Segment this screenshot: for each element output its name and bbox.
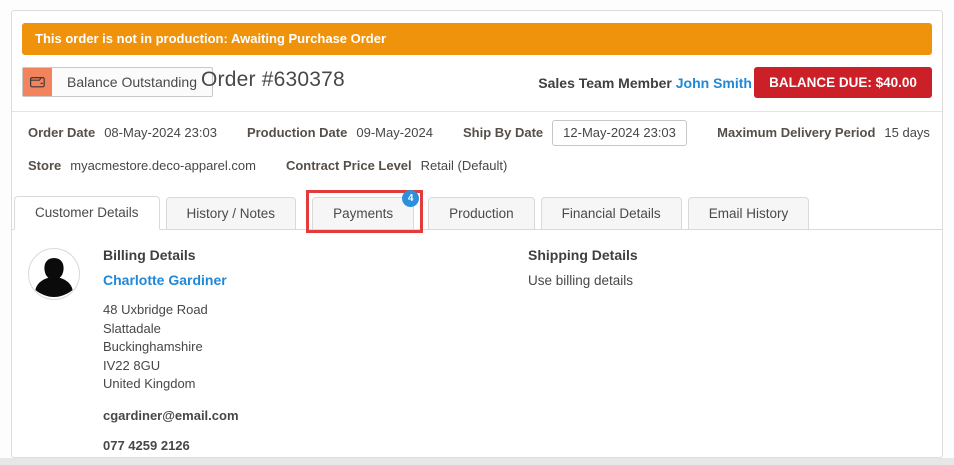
contract-price-field: Contract Price Level Retail (Default) bbox=[286, 158, 507, 173]
tab-payments-label: Payments bbox=[333, 206, 394, 221]
customer-details-panel: Billing Details Charlotte Gardiner 48 Ux… bbox=[12, 230, 942, 457]
tab-production[interactable]: Production bbox=[428, 197, 535, 230]
customer-email: cgardiner@email.com bbox=[103, 407, 239, 423]
banner-text: This order is not in production: Awaitin… bbox=[35, 31, 387, 46]
tab-financial-details[interactable]: Financial Details bbox=[540, 197, 682, 230]
shipping-heading: Shipping Details bbox=[528, 247, 638, 263]
address-line: IV22 8GU bbox=[103, 357, 161, 373]
contract-price-label: Contract Price Level bbox=[285, 158, 412, 173]
contract-price-value: Retail (Default) bbox=[420, 158, 508, 173]
page-title: Order #630378 bbox=[201, 68, 345, 91]
address-line: United Kingdom bbox=[103, 376, 196, 391]
payments-count-badge: 4 bbox=[402, 190, 420, 207]
customer-phone: 077 4259 2126 bbox=[103, 437, 190, 453]
max-delivery-label: Maximum Delivery Period bbox=[717, 125, 876, 140]
balance-outstanding-button[interactable]: Balance Outstanding bbox=[22, 67, 213, 97]
billing-heading: Billing Details bbox=[103, 247, 196, 263]
shipping-text: Use billing details bbox=[528, 273, 634, 288]
sales-team-line: Sales Team Member John Smith bbox=[538, 75, 752, 91]
header-divider bbox=[12, 111, 942, 112]
tab-history-notes[interactable]: History / Notes bbox=[165, 197, 297, 230]
order-details: Order Date 08-May-2024 23:03 Production … bbox=[28, 116, 932, 182]
order-date-value: 08-May-2024 23:03 bbox=[104, 125, 217, 140]
store-field: Store myacmestore.deco-apparel.com bbox=[28, 158, 256, 173]
details-row-1: Order Date 08-May-2024 23:03 Production … bbox=[28, 116, 932, 149]
billing-address: 48 Uxbridge Road Slattadale Buckinghamsh… bbox=[103, 301, 239, 394]
tab-bar: Customer Details History / Notes Payment… bbox=[12, 190, 942, 233]
production-status-banner: This order is not in production: Awaitin… bbox=[22, 23, 932, 55]
store-label: Store bbox=[28, 158, 62, 173]
balance-outstanding-label: Balance Outstanding bbox=[67, 74, 197, 90]
order-date-label: Order Date bbox=[28, 125, 96, 140]
tab-email-history[interactable]: Email History bbox=[687, 197, 810, 230]
production-date-field: Production Date 09-May-2024 bbox=[247, 125, 433, 140]
address-line: 48 Uxbridge Road bbox=[103, 302, 208, 317]
balance-due-badge: BALANCE DUE: $40.00 bbox=[754, 67, 932, 98]
tab-customer-details[interactable]: Customer Details bbox=[14, 196, 160, 230]
address-line: Buckinghamshire bbox=[103, 339, 203, 354]
billing-details-section: Billing Details Charlotte Gardiner 48 Ux… bbox=[103, 247, 239, 453]
details-row-2: Store myacmestore.deco-apparel.com Contr… bbox=[28, 149, 932, 182]
max-delivery-field: Maximum Delivery Period 15 days bbox=[717, 125, 930, 140]
sales-team-label: Sales Team Member bbox=[538, 75, 672, 91]
max-delivery-value: 15 days bbox=[884, 125, 930, 140]
production-date-value: 09-May-2024 bbox=[356, 125, 433, 140]
balance-due-text: BALANCE DUE: $40.00 bbox=[769, 75, 917, 90]
avatar bbox=[28, 248, 80, 300]
person-icon bbox=[35, 258, 73, 297]
ship-by-date-label: Ship By Date bbox=[462, 125, 544, 140]
store-value: myacmestore.deco-apparel.com bbox=[70, 158, 256, 173]
order-date-field: Order Date 08-May-2024 23:03 bbox=[28, 125, 217, 140]
sales-team-member-link[interactable]: John Smith bbox=[676, 75, 752, 91]
tab-payments[interactable]: Payments 4 bbox=[306, 190, 424, 233]
customer-name-link[interactable]: Charlotte Gardiner bbox=[103, 272, 227, 288]
ship-by-date-input[interactable] bbox=[552, 119, 688, 146]
shipping-details-section: Shipping Details Use billing details bbox=[528, 247, 638, 288]
production-date-label: Production Date bbox=[246, 125, 348, 140]
address-line: Slattadale bbox=[103, 320, 161, 336]
order-card: This order is not in production: Awaitin… bbox=[11, 10, 943, 458]
ship-by-date-field: Ship By Date bbox=[462, 119, 688, 146]
page-background-strip bbox=[0, 458, 954, 465]
wallet-icon bbox=[23, 68, 52, 96]
